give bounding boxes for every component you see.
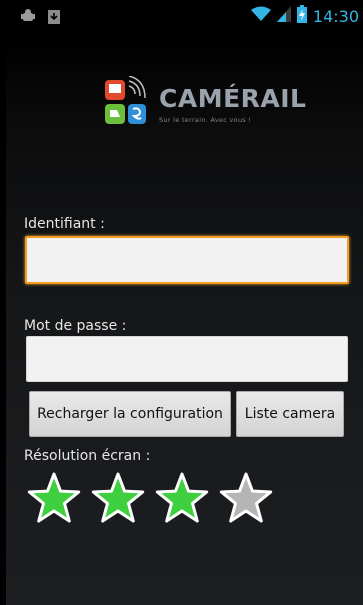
- signal-icon: [276, 6, 291, 26]
- brand-tagline: Sur le terrain. Avec vous !: [159, 116, 252, 124]
- resolution-rating-bar[interactable]: [26, 470, 274, 526]
- identifiant-label: Identifiant :: [24, 216, 105, 232]
- star-filled-icon[interactable]: [154, 470, 210, 526]
- battery-charging-icon: [296, 5, 307, 27]
- status-time: 14:30: [312, 6, 359, 26]
- download-icon: [48, 9, 60, 28]
- resolution-label: Résolution écran :: [24, 448, 151, 464]
- star-empty-icon[interactable]: [218, 470, 274, 526]
- wifi-icon: [250, 6, 271, 26]
- android-debug-icon: [20, 8, 36, 28]
- status-left-icons: [20, 8, 60, 28]
- app-screen: 14:30 CAMÉRAIL Sur le terrain. Avec vous…: [6, 0, 363, 605]
- camerail-logo-icon: [105, 75, 146, 124]
- password-label: Mot de passe :: [24, 318, 127, 334]
- reload-config-button[interactable]: Recharger la configuration: [29, 391, 231, 437]
- camera-list-button[interactable]: Liste camera: [236, 391, 344, 437]
- password-input[interactable]: [26, 336, 348, 382]
- app-logo: CAMÉRAIL Sur le terrain. Avec vous !: [103, 75, 306, 132]
- status-bar: 14:30: [6, 0, 363, 30]
- star-filled-icon[interactable]: [90, 470, 146, 526]
- identifiant-input[interactable]: [25, 236, 349, 284]
- brand-name: CAMÉRAIL: [159, 84, 307, 113]
- status-right: 14:30: [250, 5, 359, 27]
- star-filled-icon[interactable]: [26, 470, 82, 526]
